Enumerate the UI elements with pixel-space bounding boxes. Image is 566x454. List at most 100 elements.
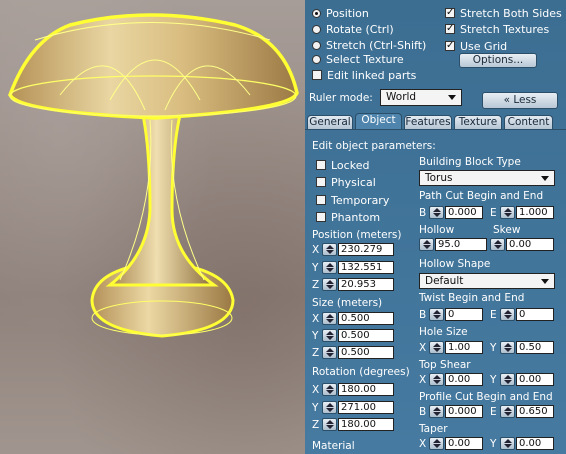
size-y-input[interactable]: 0.500	[338, 329, 394, 342]
options-button[interactable]: Options...	[459, 53, 537, 68]
size-x-input[interactable]: 0.500	[338, 312, 394, 325]
hole-size-x-input[interactable]: 1.00	[445, 341, 483, 354]
position-z-input[interactable]: 20.953	[338, 278, 394, 291]
checkbox-phantom[interactable]: Phantom	[316, 210, 380, 224]
spinner-icon[interactable]	[322, 278, 337, 291]
radio-position[interactable]: Position	[312, 6, 369, 20]
radio-select-texture[interactable]: Select Texture	[312, 52, 404, 66]
spinner-icon[interactable]	[490, 238, 505, 251]
twist-begin-field[interactable]: B 0	[419, 307, 483, 322]
rotation-z-input[interactable]: 180.00	[338, 418, 394, 431]
rotation-y-input[interactable]: 271.00	[338, 401, 394, 414]
tab-content[interactable]: Content	[504, 115, 553, 129]
size-z-field[interactable]: Z 0.500	[312, 345, 394, 360]
twist-begin-input[interactable]: 0	[445, 308, 483, 321]
profile-cut-end-field[interactable]: E 0.650	[490, 404, 554, 419]
tab-general[interactable]: General	[307, 115, 353, 129]
spinner-icon[interactable]	[322, 329, 337, 342]
tab-texture[interactable]: Texture	[454, 115, 502, 129]
checkbox-icon[interactable]	[316, 177, 326, 187]
taper-x-field[interactable]: X 0.00	[419, 436, 483, 451]
less-button[interactable]: « Less	[482, 92, 558, 109]
size-y-field[interactable]: Y 0.500	[312, 328, 394, 343]
checkbox-locked[interactable]: Locked	[316, 158, 369, 172]
spinner-icon[interactable]	[500, 206, 515, 219]
checkbox-use-grid[interactable]: ✓ Use Grid	[445, 39, 507, 53]
checkmark-icon[interactable]: ✓	[445, 8, 455, 18]
rotation-x-field[interactable]: X 180.00	[312, 382, 394, 397]
taper-x-input[interactable]: 0.00	[445, 437, 483, 450]
checkbox-temporary[interactable]: Temporary	[316, 193, 389, 207]
radio-button-icon[interactable]	[312, 8, 321, 18]
checkbox-edit-linked-parts[interactable]: Edit linked parts	[312, 68, 416, 82]
twist-end-field[interactable]: E 0	[490, 307, 554, 322]
checkmark-icon[interactable]: ✓	[445, 24, 455, 34]
spinner-icon[interactable]	[500, 437, 515, 450]
path-cut-end-input[interactable]: 1.000	[516, 206, 554, 219]
viewport-3d[interactable]	[0, 0, 305, 454]
checkbox-icon[interactable]	[316, 212, 326, 222]
hole-size-y-field[interactable]: Y 0.50	[490, 340, 554, 355]
checkbox-icon[interactable]	[316, 195, 326, 205]
size-z-input[interactable]: 0.500	[338, 346, 394, 359]
profile-cut-end-input[interactable]: 0.650	[516, 405, 554, 418]
spinner-icon[interactable]	[322, 243, 337, 256]
rotation-z-field[interactable]: Z 180.00	[312, 417, 394, 432]
ruler-mode-dropdown[interactable]: World	[380, 89, 462, 106]
top-shear-x-input[interactable]: 0.00	[445, 373, 483, 386]
spinner-icon[interactable]	[429, 437, 444, 450]
radio-button-icon[interactable]	[312, 40, 321, 50]
position-y-field[interactable]: Y 132.551	[312, 260, 394, 275]
hollow-shape-dropdown[interactable]: Default	[419, 273, 555, 289]
spinner-icon[interactable]	[500, 373, 515, 386]
position-y-input[interactable]: 132.551	[338, 261, 394, 274]
top-shear-y-input[interactable]: 0.00	[516, 373, 554, 386]
checkbox-icon[interactable]	[312, 70, 322, 80]
profile-cut-begin-field[interactable]: B 0.000	[419, 404, 483, 419]
radio-rotate[interactable]: Rotate (Ctrl)	[312, 22, 394, 36]
tab-object[interactable]: Object	[355, 113, 402, 130]
radio-stretch[interactable]: Stretch (Ctrl-Shift)	[312, 38, 426, 52]
spinner-icon[interactable]	[429, 308, 444, 321]
spinner-icon[interactable]	[322, 418, 337, 431]
rotation-y-field[interactable]: Y 271.00	[312, 400, 394, 415]
spinner-icon[interactable]	[322, 401, 337, 414]
taper-y-field[interactable]: Y 0.00	[490, 436, 554, 451]
hole-size-y-input[interactable]: 0.50	[516, 341, 554, 354]
checkbox-icon[interactable]	[316, 160, 326, 170]
top-shear-y-field[interactable]: Y 0.00	[490, 372, 554, 387]
rotation-x-input[interactable]: 180.00	[338, 383, 394, 396]
tab-features[interactable]: Features	[404, 115, 452, 129]
spinner-icon[interactable]	[322, 346, 337, 359]
hole-size-x-field[interactable]: X 1.00	[419, 340, 483, 355]
building-block-dropdown[interactable]: Torus	[419, 170, 555, 186]
profile-cut-begin-input[interactable]: 0.000	[445, 405, 483, 418]
hollow-input[interactable]: 95.0	[435, 238, 487, 251]
checkbox-stretch-both-sides[interactable]: ✓ Stretch Both Sides	[445, 6, 562, 20]
position-x-field[interactable]: X 230.279	[312, 242, 394, 257]
spinner-icon[interactable]	[322, 383, 337, 396]
spinner-icon[interactable]	[419, 238, 434, 251]
skew-field[interactable]: 0.00	[490, 237, 554, 252]
path-cut-end-field[interactable]: E 1.000	[490, 205, 554, 220]
checkbox-physical[interactable]: Physical	[316, 175, 376, 189]
position-z-field[interactable]: Z 20.953	[312, 277, 394, 292]
spinner-icon[interactable]	[429, 341, 444, 354]
top-shear-x-field[interactable]: X 0.00	[419, 372, 483, 387]
taper-y-input[interactable]: 0.00	[516, 437, 554, 450]
spinner-icon[interactable]	[429, 405, 444, 418]
spinner-icon[interactable]	[500, 308, 515, 321]
spinner-icon[interactable]	[500, 405, 515, 418]
checkbox-stretch-textures[interactable]: ✓ Stretch Textures	[445, 22, 549, 36]
radio-button-icon[interactable]	[312, 54, 321, 64]
size-x-field[interactable]: X 0.500	[312, 311, 394, 326]
path-cut-begin-field[interactable]: B 0.000	[419, 205, 483, 220]
position-x-input[interactable]: 230.279	[338, 243, 394, 256]
path-cut-begin-input[interactable]: 0.000	[445, 206, 483, 219]
radio-button-icon[interactable]	[312, 24, 321, 34]
spinner-icon[interactable]	[322, 312, 337, 325]
twist-end-input[interactable]: 0	[516, 308, 554, 321]
selected-object[interactable]	[0, 0, 305, 454]
spinner-icon[interactable]	[500, 341, 515, 354]
spinner-icon[interactable]	[322, 261, 337, 274]
